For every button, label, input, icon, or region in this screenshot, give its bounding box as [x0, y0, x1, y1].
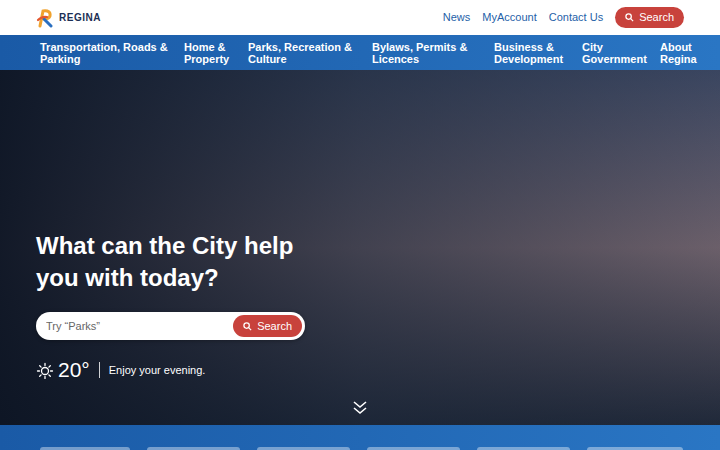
header-link[interactable]: Contact Us — [549, 9, 603, 26]
hero-search: Search — [36, 312, 305, 340]
header-search-label: Search — [639, 9, 674, 26]
hero-heading: What can the City help you with today? — [36, 230, 316, 294]
nav-item[interactable]: About Regina — [660, 41, 702, 65]
header-search-button[interactable]: Search — [615, 7, 684, 28]
site-header: REGINA News MyAccount Contact Us Search — [0, 0, 720, 35]
nav-item[interactable]: Business & Development — [494, 41, 570, 65]
header-link[interactable]: News — [443, 9, 471, 26]
hero-search-label: Search — [257, 318, 292, 335]
weather-divider — [99, 362, 100, 378]
card — [40, 447, 130, 450]
nav-item[interactable]: City Government — [582, 41, 648, 65]
hero-search-button[interactable]: Search — [233, 315, 302, 337]
main-nav: Transportation, Roads & Parking Home & Pr… — [0, 35, 720, 70]
weather-temperature: 20° — [58, 358, 90, 382]
card — [587, 447, 683, 450]
chevron-down-icon — [352, 399, 368, 415]
logo-text: REGINA — [59, 10, 101, 25]
hero: What can the City help you with today? S… — [0, 70, 720, 425]
card — [477, 447, 570, 450]
nav-item[interactable]: Parks, Recreation & Culture — [248, 41, 360, 65]
header-utility: News MyAccount Contact Us Search — [443, 7, 684, 28]
logo-r-icon — [36, 8, 56, 28]
nav-item[interactable]: Bylaws, Permits & Licences — [372, 41, 482, 65]
nav-item[interactable]: Transportation, Roads & Parking — [40, 41, 172, 65]
header-links: News MyAccount Contact Us — [443, 9, 603, 26]
header-link[interactable]: MyAccount — [482, 9, 536, 26]
weather: 20° Enjoy your evening. — [36, 358, 720, 382]
scroll-down[interactable] — [352, 399, 368, 415]
card — [257, 447, 350, 450]
card — [367, 447, 460, 450]
logo[interactable]: REGINA — [36, 8, 101, 28]
sun-icon — [36, 361, 54, 379]
quick-links-strip — [0, 425, 720, 450]
weather-message: Enjoy your evening. — [109, 362, 206, 379]
card — [147, 447, 240, 450]
nav-item[interactable]: Home & Property — [184, 41, 236, 65]
search-icon — [243, 322, 252, 331]
hero-search-input[interactable] — [46, 318, 233, 335]
search-icon — [625, 13, 634, 22]
